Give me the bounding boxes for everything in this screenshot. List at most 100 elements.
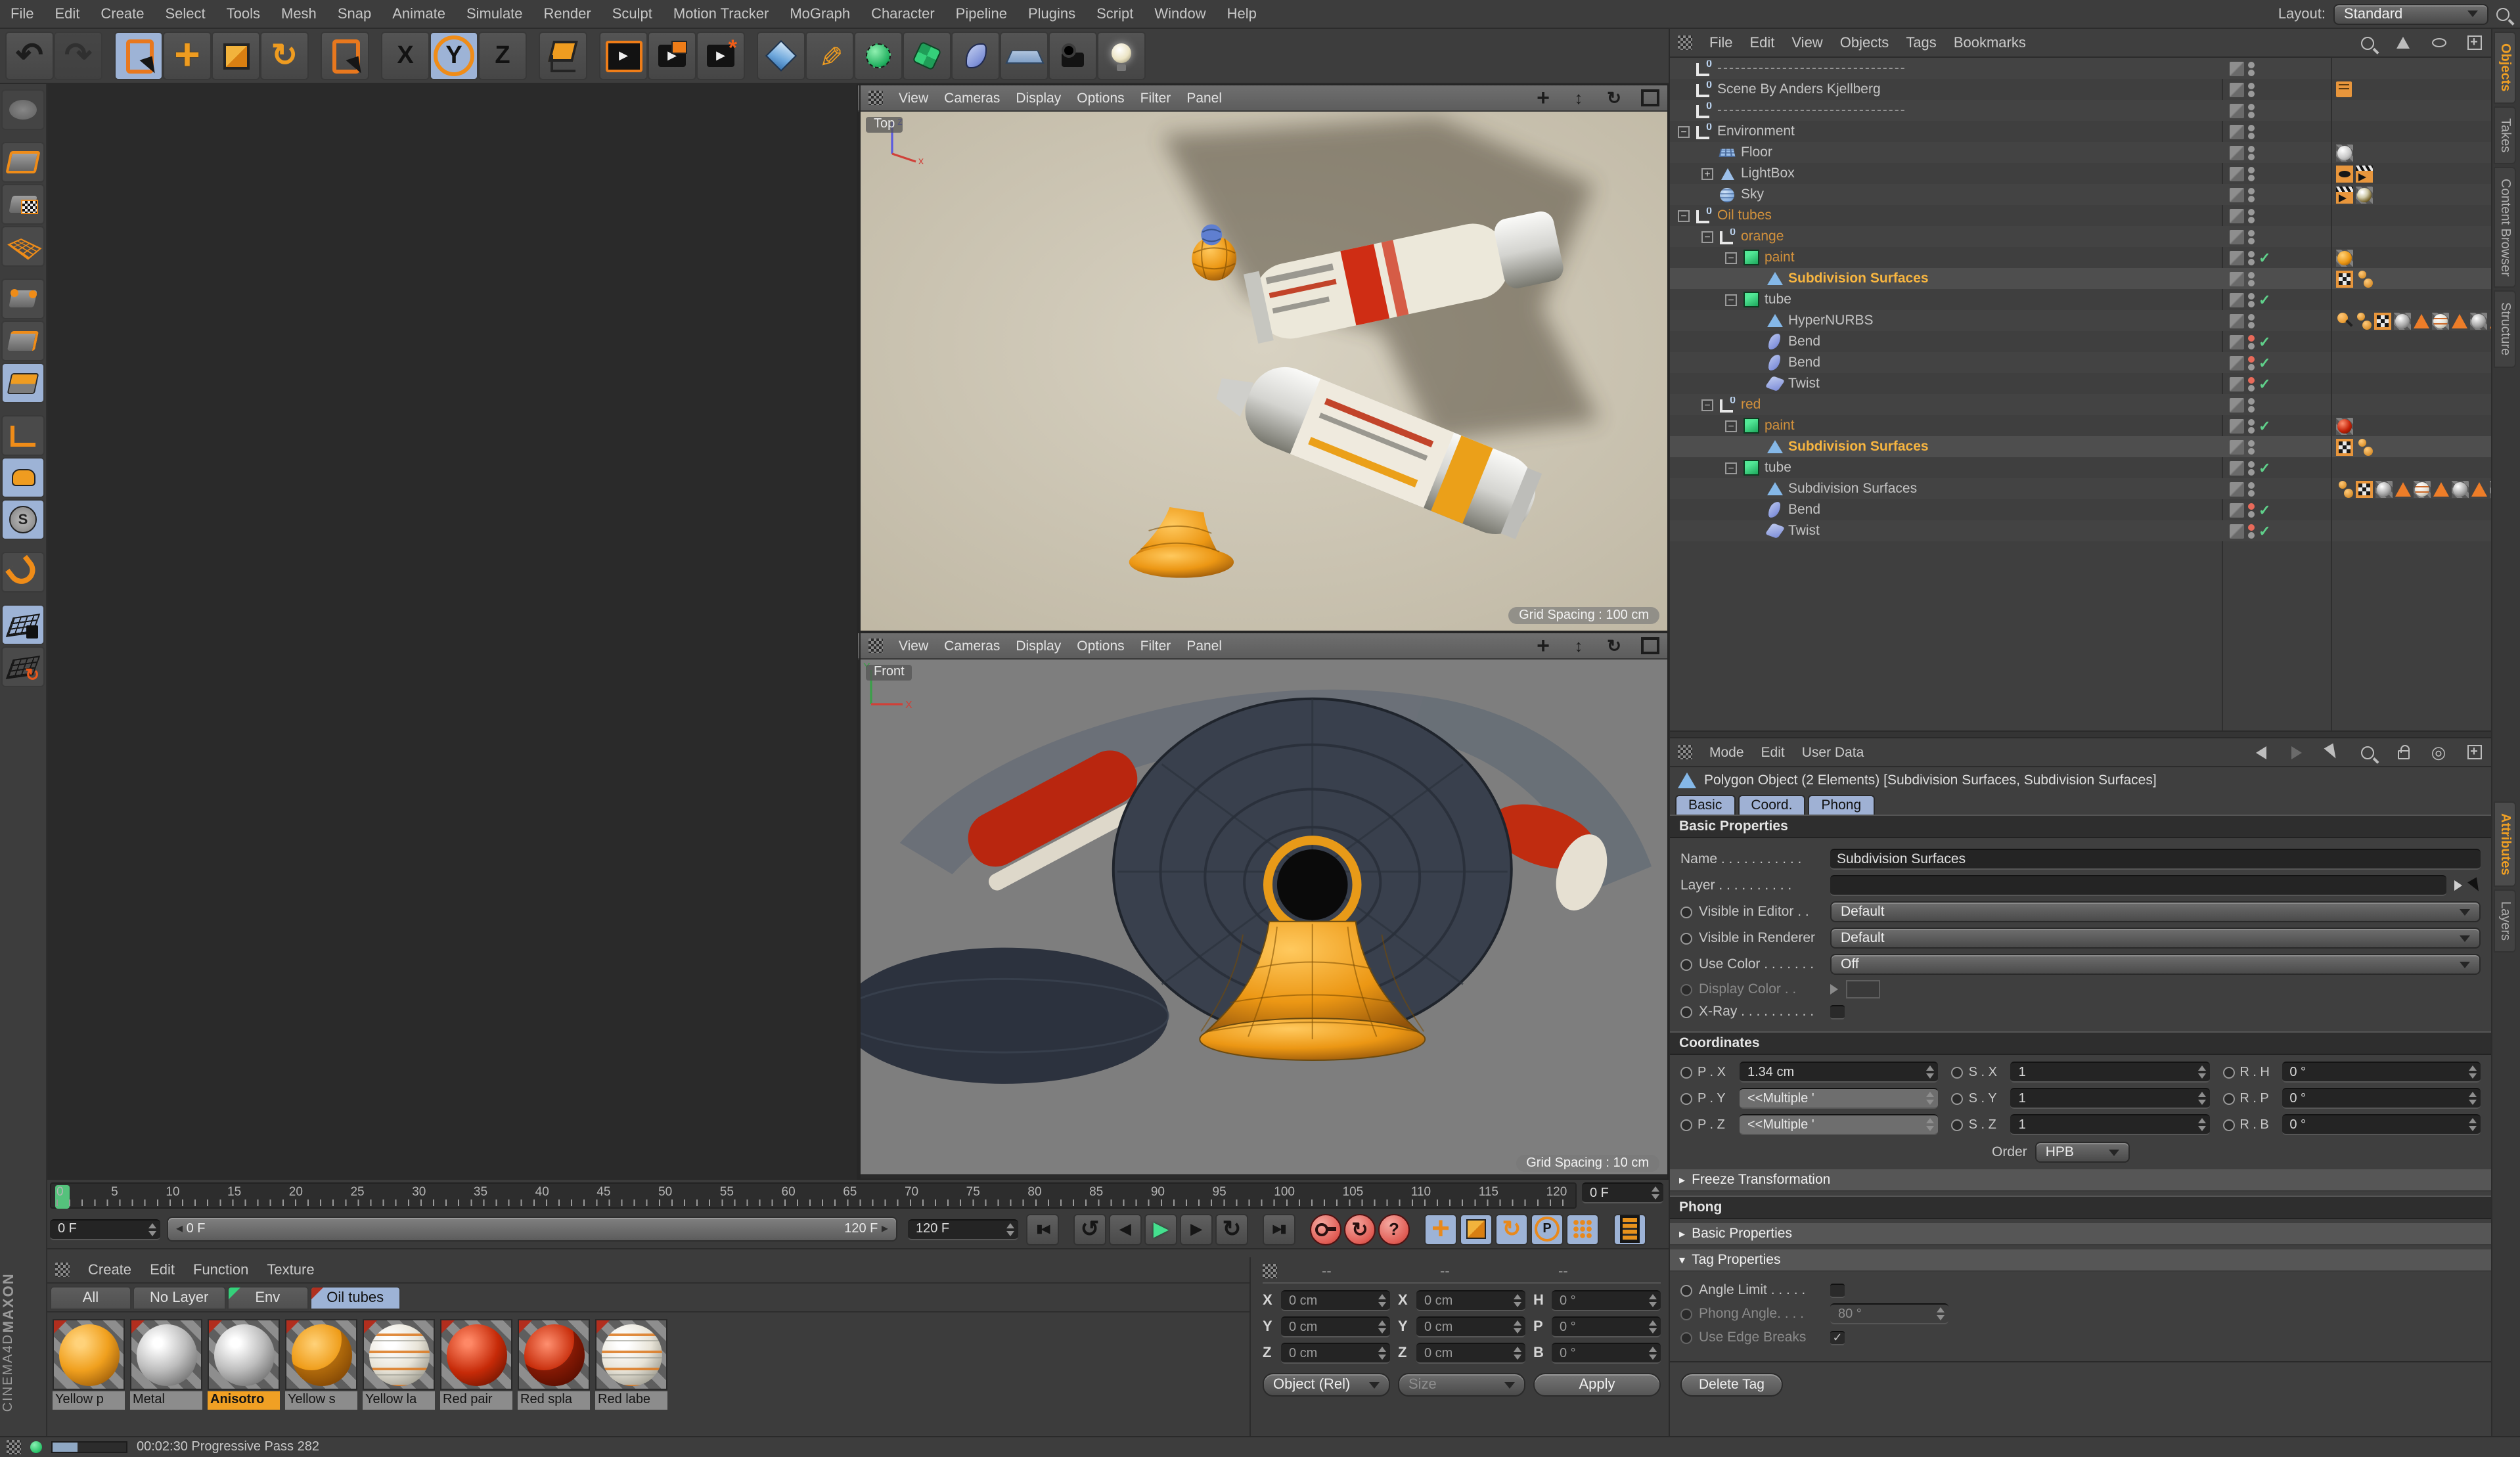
- visibility-dots-icon[interactable]: [2248, 334, 2255, 349]
- object-row[interactable]: HyperNURBS: [1670, 310, 2491, 331]
- maximize-icon[interactable]: [1640, 636, 1659, 656]
- expand-toggle-icon[interactable]: [1678, 210, 1690, 221]
- transport-button[interactable]: [1109, 1213, 1142, 1245]
- toolbar-button[interactable]: [539, 32, 587, 80]
- expand-toggle-icon[interactable]: [1725, 420, 1737, 432]
- spinner-icon[interactable]: [1374, 1320, 1386, 1334]
- panel-grip-icon[interactable]: [1263, 1264, 1277, 1278]
- visibility-dots-icon[interactable]: [2248, 145, 2255, 160]
- target-icon[interactable]: [2429, 743, 2448, 761]
- toolbar-button[interactable]: [478, 32, 527, 80]
- object-manager-menu-item[interactable]: File: [1709, 35, 1732, 51]
- mode-button[interactable]: [1, 646, 45, 687]
- maximize-icon[interactable]: [1640, 88, 1659, 108]
- viewport-menu-item[interactable]: Panel: [1186, 90, 1222, 106]
- menu-item[interactable]: Animate: [392, 6, 445, 22]
- material-layer-tab[interactable]: All: [50, 1286, 131, 1310]
- visibility-dots-icon[interactable]: [2248, 250, 2255, 265]
- spinner-icon[interactable]: [1374, 1294, 1386, 1307]
- search-icon[interactable]: [2361, 746, 2374, 759]
- spinner-icon[interactable]: [1923, 1092, 1935, 1105]
- material-menu-item[interactable]: Edit: [150, 1262, 175, 1278]
- object-row[interactable]: red: [1670, 394, 2491, 415]
- material-item[interactable]: Red spla: [518, 1319, 590, 1410]
- visibility-dots-icon[interactable]: [2248, 124, 2255, 139]
- section-coordinates[interactable]: Coordinates: [1670, 1031, 2491, 1055]
- layer-square-icon[interactable]: [2230, 482, 2244, 496]
- panel-grip-icon[interactable]: [868, 639, 883, 653]
- panel-tab[interactable]: Content Browser: [2494, 166, 2516, 288]
- attribute-menu-item[interactable]: Mode: [1709, 744, 1744, 760]
- tag-icon[interactable]: [2433, 482, 2449, 496]
- keyframe-radio-icon[interactable]: [1951, 1119, 1964, 1131]
- layer-square-icon[interactable]: [2230, 271, 2244, 286]
- pan-icon[interactable]: [1533, 636, 1553, 656]
- section-phong[interactable]: Phong: [1670, 1196, 2491, 1219]
- coord-input[interactable]: 1: [2010, 1114, 2210, 1135]
- transport-button[interactable]: [1144, 1213, 1177, 1245]
- material-name[interactable]: Yellow p: [53, 1391, 125, 1410]
- viewport-menu-item[interactable]: Display: [1016, 90, 1061, 106]
- material-layer-tab[interactable]: Env: [227, 1286, 309, 1310]
- visibility-dots-icon[interactable]: [2248, 503, 2255, 517]
- visibility-dots-icon[interactable]: [2248, 103, 2255, 118]
- viewport-menu-item[interactable]: Options: [1077, 90, 1124, 106]
- material-name[interactable]: Yellow s: [285, 1391, 357, 1410]
- material-item[interactable]: Red labe: [595, 1319, 667, 1410]
- object-row[interactable]: orange: [1670, 226, 2491, 247]
- toolbar-button[interactable]: [805, 32, 854, 80]
- object-manager-menu-item[interactable]: Edit: [1749, 35, 1774, 51]
- keyframe-radio-icon[interactable]: [1680, 1066, 1692, 1078]
- transport-button[interactable]: [1073, 1213, 1106, 1245]
- range-start[interactable]: 0 F: [176, 1222, 206, 1236]
- keyframe-radio-icon[interactable]: [1680, 1006, 1692, 1018]
- view-filter-icon[interactable]: [2429, 34, 2448, 52]
- pan-icon[interactable]: [1533, 88, 1553, 108]
- timeline-ruler[interactable]: 0 5 10 15 20 25 30 35 40 45 50 55 60 65 70 75 80 85 90 95 10…: [50, 1182, 1577, 1209]
- mode-button[interactable]: [1, 552, 45, 593]
- visibility-dots-icon[interactable]: [2248, 292, 2255, 307]
- object-label[interactable]: Subdivision Surfaces: [1788, 271, 1929, 286]
- toolbar-button[interactable]: [321, 32, 369, 80]
- enabled-check-icon[interactable]: [2259, 333, 2273, 350]
- object-label[interactable]: paint: [1765, 418, 1795, 434]
- layer-square-icon[interactable]: [2230, 166, 2244, 181]
- spinner-icon[interactable]: [1645, 1320, 1657, 1334]
- zoom-icon[interactable]: [1569, 88, 1588, 108]
- spinner-icon[interactable]: [1645, 1347, 1657, 1360]
- material-name[interactable]: Anisotro: [208, 1391, 280, 1410]
- menu-item[interactable]: Plugins: [1028, 6, 1075, 22]
- toolbar-button[interactable]: [1097, 32, 1146, 80]
- panel-tab[interactable]: Structure: [2494, 290, 2516, 368]
- coordinate-mode-select[interactable]: Object (Rel): [1263, 1373, 1390, 1397]
- panel-tab[interactable]: Layers: [2494, 889, 2516, 953]
- tag-icon[interactable]: [2336, 438, 2353, 455]
- tag-icon[interactable]: [2395, 482, 2411, 496]
- visibility-dots-icon[interactable]: [2248, 376, 2255, 391]
- visibility-dots-icon[interactable]: [2248, 61, 2255, 76]
- spinner-icon[interactable]: [1923, 1065, 1935, 1079]
- object-row[interactable]: Floor: [1670, 142, 2491, 163]
- spinner-icon[interactable]: [1645, 1294, 1657, 1307]
- object-label[interactable]: --------------------------------: [1717, 60, 1906, 76]
- toolbar-button[interactable]: [1000, 32, 1048, 80]
- viewport-menu-item[interactable]: Filter: [1140, 638, 1171, 654]
- transport-button[interactable]: [1566, 1213, 1599, 1245]
- rotate-icon[interactable]: [1604, 88, 1624, 108]
- object-row[interactable]: Bend: [1670, 352, 2491, 373]
- attribute-tab[interactable]: Basic: [1675, 795, 1736, 815]
- coordinate-input[interactable]: 0 cm: [1416, 1343, 1525, 1364]
- xray-checkbox[interactable]: [1830, 1004, 1845, 1019]
- visibility-dots-icon[interactable]: [2248, 229, 2255, 244]
- mode-button[interactable]: [1, 279, 45, 319]
- apply-button[interactable]: Apply: [1533, 1373, 1661, 1397]
- panel-grip-icon[interactable]: [1678, 745, 1692, 759]
- object-label[interactable]: Subdivision Surfaces: [1788, 481, 1917, 497]
- transport-button[interactable]: [1495, 1213, 1528, 1245]
- object-label[interactable]: --------------------------------: [1717, 102, 1906, 118]
- transport-button[interactable]: [1613, 1213, 1646, 1245]
- keyframe-radio-icon[interactable]: [2222, 1092, 2235, 1104]
- arrow-mode-icon[interactable]: [2323, 743, 2341, 761]
- keyframe-radio-icon[interactable]: [1680, 958, 1692, 970]
- visibility-dots-icon[interactable]: [2248, 187, 2255, 202]
